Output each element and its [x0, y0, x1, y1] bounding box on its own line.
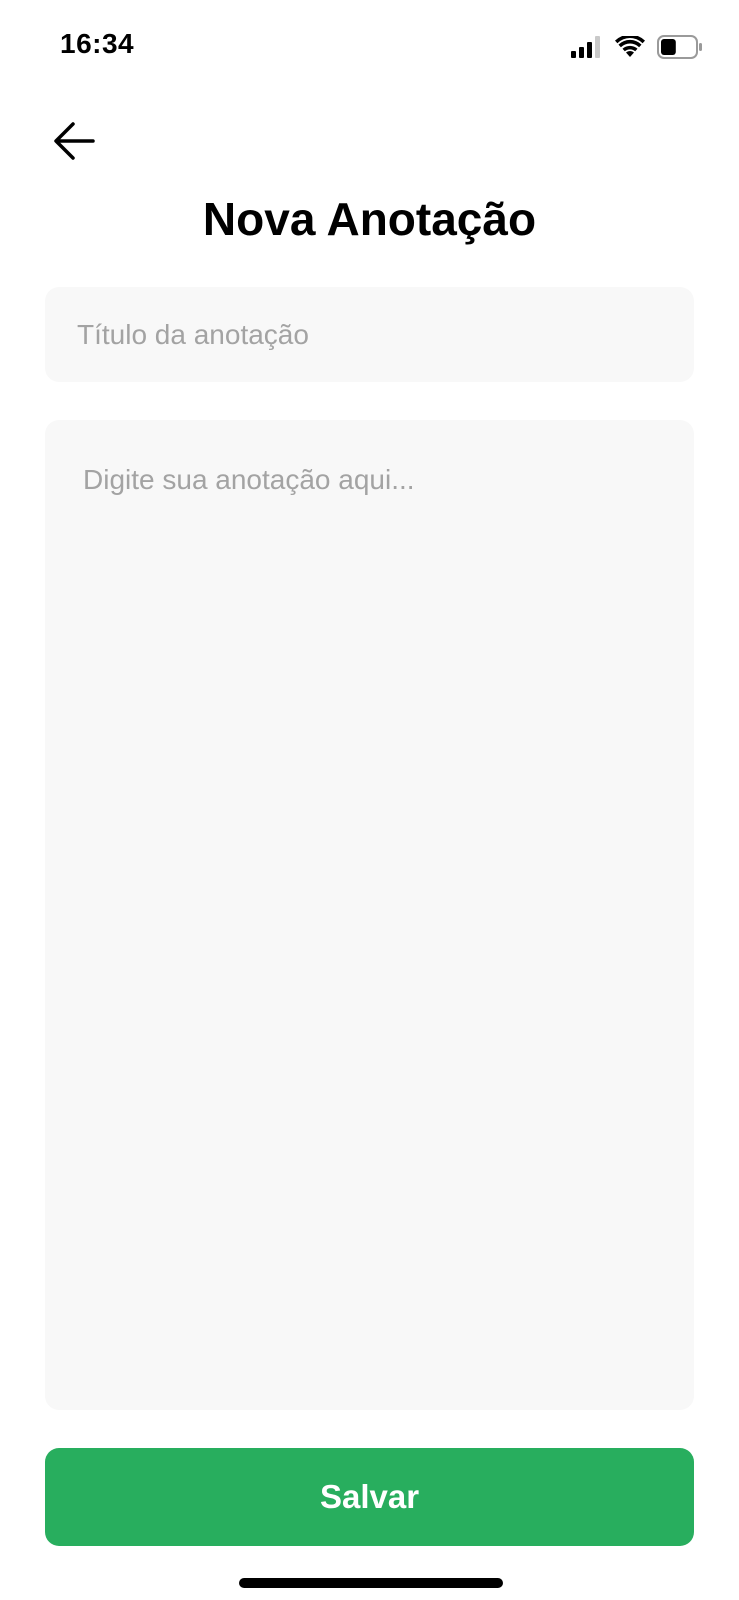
new-note-screen: 16:34 Nova Anotação Título da anotação D… [0, 0, 739, 1600]
status-bar: 16:34 [0, 0, 739, 92]
page-title: Nova Anotação [202, 193, 537, 245]
status-icons [571, 34, 703, 60]
wifi-icon [615, 34, 645, 58]
note-title-input[interactable] [45, 287, 694, 382]
home-indicator [239, 1578, 503, 1588]
note-body-input[interactable] [45, 420, 694, 1410]
back-button[interactable] [44, 113, 104, 173]
arrow-left-icon [53, 121, 95, 166]
battery-icon [657, 35, 703, 59]
cellular-signal-icon [571, 36, 603, 58]
save-button[interactable]: Salvar [45, 1448, 694, 1546]
status-time: 16:34 [60, 28, 135, 59]
